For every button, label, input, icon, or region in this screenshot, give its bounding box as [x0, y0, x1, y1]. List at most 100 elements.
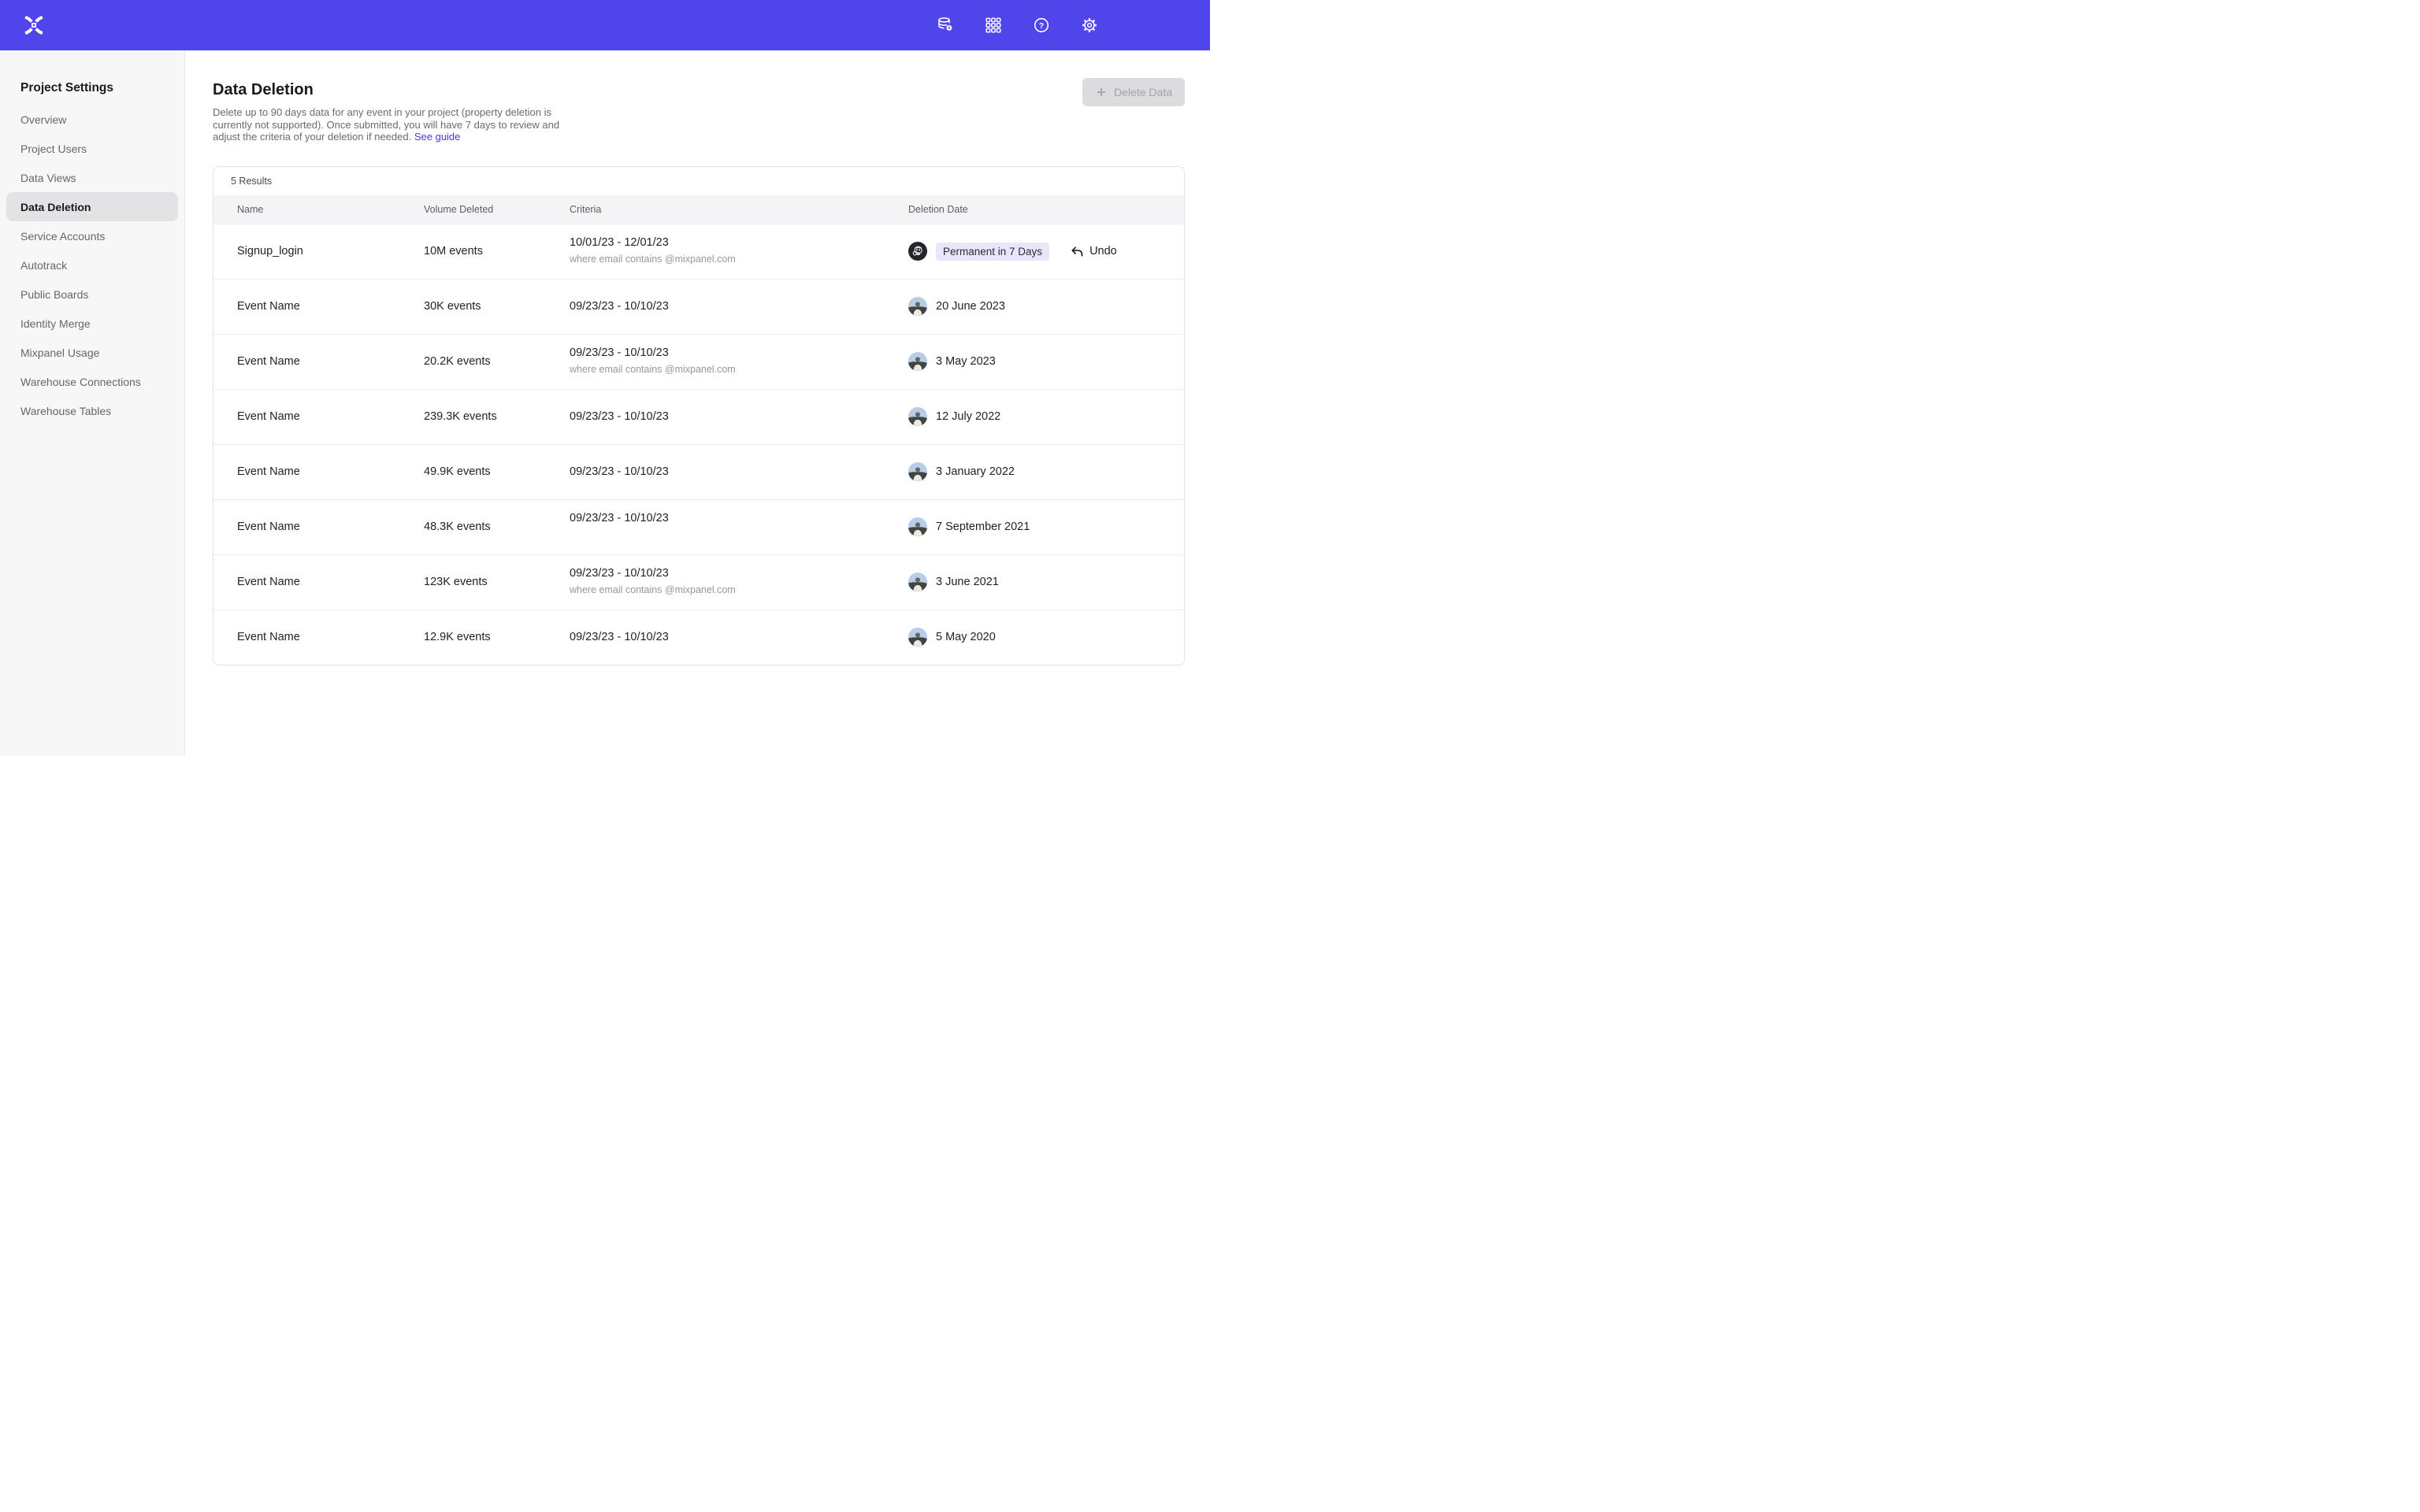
table-row: Event Name 30K events 09/23/23 - 10/10/2…: [213, 279, 1184, 334]
sidebar-item-label: Identity Merge: [20, 317, 91, 330]
data-management-icon[interactable]: [936, 16, 955, 35]
row-criteria: 09/23/23 - 10/10/23: [570, 464, 908, 480]
sidebar-item-data-views[interactable]: Data Views: [0, 163, 184, 192]
row-volume-deleted: 48.3K events: [424, 521, 570, 533]
requester-avatar-photo: [908, 407, 927, 426]
topbar-icon-group: ?: [936, 0, 1099, 50]
deletion-requests-card: 5 Results Name Volume Deleted Criteria D…: [213, 166, 1185, 665]
row-criteria-filter: where email contains @mixpanel.com: [570, 361, 908, 378]
row-criteria: 09/23/23 - 10/10/23: [570, 409, 908, 425]
sidebar-item-label: Service Accounts: [20, 230, 105, 243]
row-event-name: Event Name: [237, 300, 424, 313]
row-criteria-filter: where email contains @mixpanel.com: [570, 582, 908, 598]
table-row: Event Name 123K events 09/23/23 - 10/10/…: [213, 554, 1184, 610]
sidebar-item-public-boards[interactable]: Public Boards: [0, 280, 184, 309]
delete-data-button-label: Delete Data: [1114, 86, 1172, 98]
row-criteria: 10/01/23 - 12/01/23 where email contains…: [570, 235, 908, 268]
requester-avatar-photo: [908, 352, 927, 371]
sidebar-item-data-deletion[interactable]: Data Deletion: [6, 192, 178, 221]
sidebar-nav: Overview Project Users Data Views Data D…: [0, 105, 184, 425]
column-header-volume: Volume Deleted: [424, 204, 570, 215]
top-navigation-bar: ?: [0, 0, 1210, 50]
page-description: Delete up to 90 days data for any event …: [213, 106, 565, 143]
row-criteria-dates: 09/23/23 - 10/10/23: [570, 464, 908, 480]
plus-icon: [1095, 86, 1108, 98]
row-criteria-dates: 09/23/23 - 10/10/23: [570, 629, 908, 646]
row-volume-deleted: 10M events: [424, 245, 570, 258]
row-criteria: 09/23/23 - 10/10/23 where email contains…: [570, 345, 908, 378]
row-deletion-date-cell: 12 July 2022: [908, 407, 1164, 426]
column-header-deletion-date: Deletion Date: [908, 204, 1164, 215]
row-criteria: 09/23/23 - 10/10/23: [570, 629, 908, 646]
requester-avatar-photo: [908, 517, 927, 536]
row-criteria-dates: 09/23/23 - 10/10/23: [570, 565, 908, 582]
row-deletion-date-cell: 3 January 2022: [908, 462, 1164, 481]
row-event-name: Event Name: [237, 465, 424, 478]
mixpanel-logo[interactable]: [22, 13, 46, 37]
table-row: Event Name 48.3K events 09/23/23 - 10/10…: [213, 499, 1184, 554]
row-deletion-date-cell: 7 September 2021: [908, 517, 1164, 536]
row-criteria: 09/23/23 - 10/10/23: [570, 510, 908, 543]
sidebar-item-mixpanel-usage[interactable]: Mixpanel Usage: [0, 338, 184, 367]
row-volume-deleted: 123K events: [424, 576, 570, 588]
see-guide-link[interactable]: See guide: [414, 131, 461, 143]
sidebar-item-label: Warehouse Tables: [20, 405, 111, 417]
sidebar-item-project-users[interactable]: Project Users: [0, 134, 184, 163]
row-volume-deleted: 239.3K events: [424, 410, 570, 423]
row-event-name: Event Name: [237, 576, 424, 588]
row-deletion-date: 20 June 2023: [936, 300, 1005, 313]
sidebar-item-label: Data Deletion: [20, 201, 91, 213]
sidebar-item-service-accounts[interactable]: Service Accounts: [0, 221, 184, 250]
results-count: 5 Results: [213, 167, 1184, 195]
delete-data-button[interactable]: Delete Data: [1082, 78, 1185, 106]
sidebar-item-identity-merge[interactable]: Identity Merge: [0, 309, 184, 338]
row-deletion-date: 3 January 2022: [936, 465, 1015, 478]
row-criteria-dates: 10/01/23 - 12/01/23: [570, 235, 908, 251]
sidebar-item-label: Project Users: [20, 143, 87, 155]
row-deletion-date-cell: Permanent in 7 Days Undo: [908, 242, 1164, 261]
row-event-name: Event Name: [237, 410, 424, 423]
apps-grid-icon[interactable]: [984, 16, 1003, 35]
page-title: Data Deletion: [213, 80, 1185, 99]
row-deletion-date: 12 July 2022: [936, 410, 1000, 423]
sidebar-item-label: Autotrack: [20, 259, 67, 272]
row-deletion-date-cell: 5 May 2020: [908, 628, 1164, 647]
settings-sidebar: Project Settings Overview Project Users …: [0, 50, 185, 756]
row-deletion-date-cell: 20 June 2023: [908, 297, 1164, 316]
status-badge: Permanent in 7 Days: [936, 243, 1049, 261]
table-header-row: Name Volume Deleted Criteria Deletion Da…: [213, 195, 1184, 224]
column-header-name: Name: [237, 204, 424, 215]
page-header: Data Deletion Delete up to 90 days data …: [185, 50, 1210, 143]
page-description-text: Delete up to 90 days data for any event …: [213, 106, 559, 143]
settings-gear-icon[interactable]: [1080, 16, 1099, 35]
row-criteria-dates: 09/23/23 - 10/10/23: [570, 510, 908, 527]
sidebar-item-label: Public Boards: [20, 288, 88, 301]
row-deletion-date: 5 May 2020: [936, 631, 996, 643]
row-criteria: 09/23/23 - 10/10/23: [570, 298, 908, 315]
sidebar-item-warehouse-tables[interactable]: Warehouse Tables: [0, 396, 184, 425]
row-event-name: Event Name: [237, 521, 424, 533]
sidebar-item-warehouse-connections[interactable]: Warehouse Connections: [0, 367, 184, 396]
row-volume-deleted: 20.2K events: [424, 355, 570, 368]
sidebar-item-autotrack[interactable]: Autotrack: [0, 250, 184, 280]
row-criteria-dates: 09/23/23 - 10/10/23: [570, 409, 908, 425]
requester-avatar-photo: [908, 462, 927, 481]
row-event-name: Event Name: [237, 355, 424, 368]
undo-button[interactable]: Undo: [1070, 245, 1117, 258]
sidebar-item-label: Mixpanel Usage: [20, 346, 99, 359]
sidebar-item-label: Overview: [20, 113, 66, 126]
sidebar-item-overview[interactable]: Overview: [0, 105, 184, 134]
sidebar-item-label: Data Views: [20, 172, 76, 184]
requester-avatar-photo: [908, 297, 927, 316]
table-row: Event Name 239.3K events 09/23/23 - 10/1…: [213, 389, 1184, 444]
row-deletion-date: 3 May 2023: [936, 355, 996, 368]
undo-icon: [1070, 245, 1083, 258]
table-row: Signup_login 10M events 10/01/23 - 12/01…: [213, 224, 1184, 279]
main-content: Data Deletion Delete up to 90 days data …: [185, 50, 1210, 756]
row-event-name: Event Name: [237, 631, 424, 643]
row-criteria-dates: 09/23/23 - 10/10/23: [570, 298, 908, 315]
row-deletion-date: 3 June 2021: [936, 576, 999, 588]
sidebar-item-label: Warehouse Connections: [20, 376, 141, 388]
help-icon[interactable]: ?: [1032, 16, 1051, 35]
sidebar-title: Project Settings: [20, 81, 184, 95]
